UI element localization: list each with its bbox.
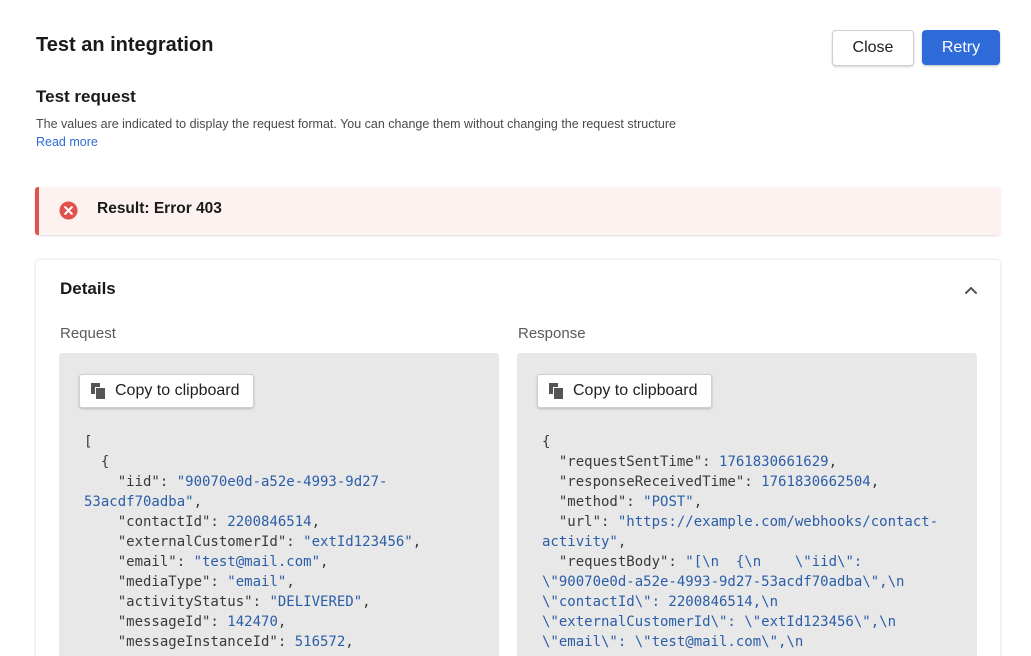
code-token: 53acdf70adba" [84, 494, 194, 510]
code-token: [ [84, 434, 93, 450]
code-token: "test@mail.com" [193, 554, 321, 570]
code-token: "responseReceivedTime": [542, 474, 762, 490]
code-token: , [362, 594, 371, 610]
code-token: { [542, 434, 551, 450]
details-panel: Details Request Response Copy to clipboa… [36, 260, 1000, 656]
code-token: \"contactId\": 2200846514,\n [542, 594, 779, 610]
code-token: "extId123456" [303, 534, 413, 550]
code-token: , [693, 494, 703, 510]
code-token: , [412, 534, 422, 550]
code-token: "method": [542, 494, 644, 510]
page-title: Test an integration [36, 34, 214, 56]
code-token: , [193, 494, 203, 510]
response-code-panel: Copy to clipboard { "requestSentTime": 1… [517, 353, 977, 656]
response-label: Response [518, 325, 586, 342]
copy-request-button[interactable]: Copy to clipboard [79, 374, 254, 408]
close-button[interactable]: Close [832, 30, 914, 66]
error-circle-icon [59, 201, 78, 220]
code-token: , [277, 614, 287, 630]
response-code-line: "requestBody": "[\n {\n \"iid\": [542, 552, 959, 572]
request-code-line: "mediaType": "email", [84, 572, 481, 592]
test-request-title: Test request [36, 87, 136, 106]
request-code-panel: Copy to clipboard [ { "iid": "90070e0d-a… [59, 353, 499, 656]
response-code-line: "url": "https://example.com/webhooks/con… [542, 512, 959, 532]
code-token: "activityStatus": [84, 594, 270, 610]
code-token: , [870, 474, 880, 490]
code-token: "requestSentTime": [542, 454, 720, 470]
copy-label: Copy to clipboard [115, 382, 240, 399]
code-token: "email": [84, 554, 194, 570]
code-token: "requestBody": [542, 554, 686, 570]
code-token: , [320, 554, 329, 570]
code-token: "contactId": [84, 514, 228, 530]
code-token: activity" [542, 534, 618, 550]
request-code-line: "contactId": 2200846514, [84, 512, 481, 532]
code-token: 142470 [227, 614, 278, 630]
code-token: , [311, 514, 321, 530]
code-token: "messageId": [84, 614, 228, 630]
code-token: \"externalCustomerId\": \"extId123456\",… [542, 614, 897, 630]
response-code-line: \"email\": \"test@mail.com\",\n [542, 632, 959, 652]
code-token: \"90070e0d-a52e-4993-9d27-53acdf70adba\"… [542, 574, 905, 590]
code-token: 1761830661629 [719, 454, 829, 470]
test-request-description: The values are indicated to display the … [36, 117, 676, 131]
result-text: Result: Error 403 [97, 200, 222, 217]
request-code-line: [ [84, 432, 481, 452]
read-more-link[interactable]: Read more [36, 135, 98, 149]
code-token: "https://example.com/webhooks/contact- [617, 514, 939, 530]
response-code-line: "responseReceivedTime": 1761830662504, [542, 472, 959, 492]
code-token: "90070e0d-a52e-4993-9d27- [176, 474, 388, 490]
retry-button[interactable]: Retry [922, 30, 1000, 65]
request-code-line: "iid": "90070e0d-a52e-4993-9d27- [84, 472, 481, 492]
code-token: { [84, 454, 110, 470]
request-code: [ { "iid": "90070e0d-a52e-4993-9d27- 53ac… [84, 432, 481, 652]
code-token: "externalCustomerId": [84, 534, 304, 550]
response-code-line: activity", [542, 532, 959, 552]
copy-response-button[interactable]: Copy to clipboard [537, 374, 712, 408]
request-code-line: "messageInstanceId": 516572, [84, 632, 481, 652]
response-code-line: \"90070e0d-a52e-4993-9d27-53acdf70adba\"… [542, 572, 959, 592]
request-code-line: "externalCustomerId": "extId123456", [84, 532, 481, 552]
request-code-line: { [84, 452, 481, 472]
code-token: "messageInstanceId": [84, 634, 295, 650]
code-token: 2200846514 [227, 514, 312, 530]
response-code-line: \"externalCustomerId\": \"extId123456\",… [542, 612, 959, 632]
code-token: "url": [542, 514, 618, 530]
request-code-line: "messageId": 142470, [84, 612, 481, 632]
code-token: "[\n {\n \"iid\": [685, 554, 863, 570]
details-title: Details [60, 279, 116, 298]
chevron-up-icon[interactable] [963, 283, 979, 297]
test-integration-page: Test an integration Close Retry Test req… [0, 0, 1031, 656]
code-token: , [345, 634, 354, 650]
response-code: { "requestSentTime": 1761830661629, "res… [542, 432, 959, 652]
code-token: "POST" [643, 494, 694, 510]
code-token: 516572 [294, 634, 346, 650]
code-token: \"email\": \"test@mail.com\",\n [542, 634, 804, 650]
code-token: "iid": [84, 474, 177, 490]
code-token: , [286, 574, 295, 590]
code-token: "DELIVERED" [269, 594, 363, 610]
response-code-line: \"contactId\": 2200846514,\n [542, 592, 959, 612]
copy-label: Copy to clipboard [573, 382, 698, 399]
request-code-line: "email": "test@mail.com", [84, 552, 481, 572]
copy-icon [91, 383, 105, 399]
code-token: , [617, 534, 627, 550]
code-token: 1761830662504 [761, 474, 871, 490]
copy-icon [549, 383, 563, 399]
code-token: "mediaType": [84, 574, 228, 590]
result-alert: Result: Error 403 [35, 187, 1000, 235]
response-code-line: { [542, 432, 959, 452]
request-code-line: "activityStatus": "DELIVERED", [84, 592, 481, 612]
response-code-line: "requestSentTime": 1761830661629, [542, 452, 959, 472]
code-token: "email" [227, 574, 287, 590]
request-label: Request [60, 325, 116, 342]
response-code-line: "method": "POST", [542, 492, 959, 512]
code-token: , [828, 454, 838, 470]
request-code-line: 53acdf70adba", [84, 492, 481, 512]
